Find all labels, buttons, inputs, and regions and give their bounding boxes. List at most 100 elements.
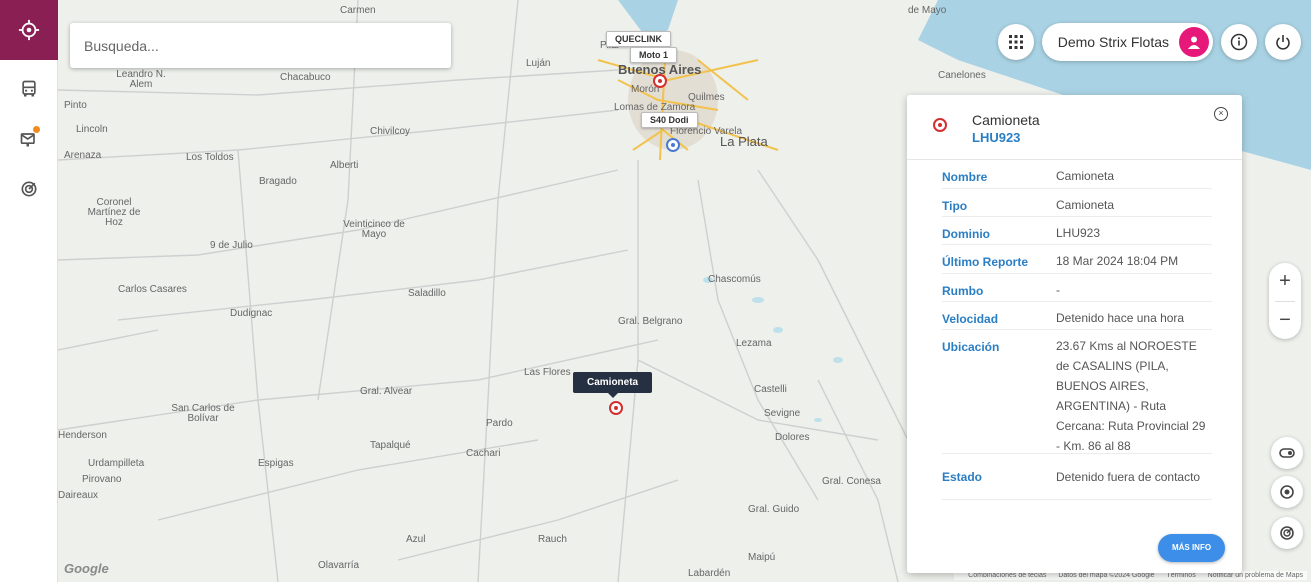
place-label: Las Flores: [524, 367, 571, 378]
toggle-icon: [1279, 448, 1295, 458]
place-label: Castelli: [754, 384, 787, 395]
info-row: Ubicación 23.67 Kms al NOROESTE de CASAL…: [942, 330, 1212, 454]
place-label: Canelones: [938, 70, 986, 81]
locate-button[interactable]: [1271, 476, 1303, 508]
power-icon: [1276, 35, 1290, 50]
place-label: Los Toldos: [186, 152, 234, 163]
vehicle-label[interactable]: QUECLINK: [606, 31, 671, 47]
info-key: Estado: [942, 469, 983, 484]
info-value: Camioneta: [1056, 198, 1115, 212]
place-label: Carmen: [340, 5, 376, 16]
footer-text: Datos del mapa ©2024 Google: [1058, 572, 1155, 579]
place-label: Sevigne: [764, 408, 801, 419]
grid-icon: [1008, 35, 1023, 49]
info-value: Camioneta: [1056, 169, 1115, 183]
place-label: Chacabuco: [280, 72, 331, 83]
panel-header: Camioneta LHU923 ×: [907, 95, 1242, 160]
close-icon[interactable]: ×: [1214, 107, 1228, 121]
search-input[interactable]: [84, 37, 451, 54]
place-label: Pinto: [64, 100, 87, 111]
top-bar: Demo Strix Flotas: [997, 22, 1301, 62]
target-icon: [1280, 485, 1294, 499]
place-label: Maipú: [748, 552, 776, 563]
zoom-out-button[interactable]: −: [1269, 302, 1301, 340]
vehicle-pin-selected[interactable]: [609, 401, 623, 415]
notification-badge: [33, 126, 40, 133]
place-label: Pirovano: [82, 474, 122, 485]
info-key: Dominio: [942, 227, 990, 241]
info-button[interactable]: [1221, 24, 1257, 60]
place-label: Azul: [406, 534, 426, 545]
place-label: Henderson: [58, 430, 107, 441]
footer-link[interactable]: Notificar un problema de Maps: [1208, 572, 1303, 579]
radar-icon: [21, 181, 37, 197]
place-label: Alberti: [330, 160, 359, 171]
place-label: Gral. Conesa: [822, 476, 881, 487]
place-label: Dolores: [775, 432, 810, 443]
zoom-in-button[interactable]: +: [1269, 263, 1301, 301]
info-key: Nombre: [942, 170, 988, 184]
place-label: Arenaza: [64, 150, 102, 161]
place-label: San Carlos de Bolívar: [171, 403, 235, 424]
vehicle-label[interactable]: Moto 1: [630, 47, 677, 63]
info-value: LHU923: [1056, 226, 1101, 240]
place-label: Gral. Guido: [748, 504, 800, 515]
place-label: La Plata: [720, 134, 768, 149]
vehicle-info-panel: Camioneta LHU923 × Nombre Camioneta Tipo…: [907, 95, 1242, 573]
info-key: Tipo: [942, 199, 968, 213]
more-info-button[interactable]: MÁS INFO: [1158, 534, 1225, 562]
footer-link[interactable]: Términos: [1167, 572, 1196, 579]
info-row: Tipo Camioneta: [942, 189, 1212, 217]
sidebar-item-vehicles[interactable]: [0, 64, 58, 114]
footer-link[interactable]: Combinaciones de teclas: [968, 572, 1046, 579]
vehicle-label[interactable]: S40 Dodi: [641, 112, 698, 128]
place-label: Veinticinco de Mayo: [343, 219, 405, 240]
place-label: Lezama: [736, 338, 772, 349]
place-label: Labardén: [688, 568, 731, 579]
panel-subtitle[interactable]: LHU923: [972, 130, 1242, 145]
toggle-layer-button[interactable]: [1271, 437, 1303, 469]
user-icon: [1188, 36, 1200, 49]
vehicle-pin[interactable]: [653, 74, 667, 88]
place-label: Bragado: [259, 176, 297, 187]
sidebar: [0, 0, 58, 582]
vehicle-pin[interactable]: [666, 138, 680, 152]
info-key: Último Reporte: [942, 255, 1029, 269]
place-label: Gral. Alvear: [360, 386, 413, 397]
sidebar-item-tracking[interactable]: [0, 0, 58, 60]
info-value: Detenido hace una hora: [1056, 311, 1185, 325]
info-row: Estado Detenido fuera de contacto: [942, 454, 1212, 500]
car-icon: [22, 80, 36, 97]
place-label: de Mayo: [908, 5, 947, 16]
place-label: Chascomús: [708, 274, 761, 285]
info-row: Velocidad Detenido hace una hora: [942, 302, 1212, 330]
avatar: [1179, 27, 1209, 57]
zoom-control: + −: [1269, 263, 1301, 339]
place-label: Luján: [526, 58, 551, 69]
crosshair-icon: [18, 19, 40, 41]
place-label: Dudignac: [230, 308, 273, 319]
info-row: Nombre Camioneta: [942, 160, 1212, 189]
info-value: -: [1056, 283, 1060, 297]
user-name: Demo Strix Flotas: [1057, 34, 1169, 50]
place-label: Gral. Belgrano: [618, 316, 683, 327]
place-label: Urdampilleta: [88, 458, 145, 469]
search-box: [70, 23, 451, 68]
place-label: Cachari: [466, 448, 501, 459]
place-label: Lincoln: [76, 124, 108, 135]
info-key: Ubicación: [942, 340, 1000, 354]
info-key: Rumbo: [942, 284, 984, 298]
apps-button[interactable]: [997, 24, 1034, 60]
user-menu[interactable]: Demo Strix Flotas: [1041, 23, 1213, 61]
sidebar-item-radar[interactable]: [0, 164, 58, 214]
place-label: Carlos Casares: [118, 284, 187, 295]
logout-button[interactable]: [1265, 24, 1301, 60]
google-logo: Google: [64, 561, 109, 576]
sidebar-item-messages[interactable]: [0, 114, 58, 164]
radar-button[interactable]: [1271, 517, 1303, 549]
info-value: Detenido fuera de contacto: [1056, 469, 1201, 484]
place-label: Saladillo: [408, 288, 446, 299]
place-label: Tapalqué: [370, 440, 411, 451]
vehicle-label-selected[interactable]: Camioneta: [573, 372, 653, 398]
info-row: Último Reporte 18 Mar 2024 18:04 PM: [942, 245, 1212, 274]
